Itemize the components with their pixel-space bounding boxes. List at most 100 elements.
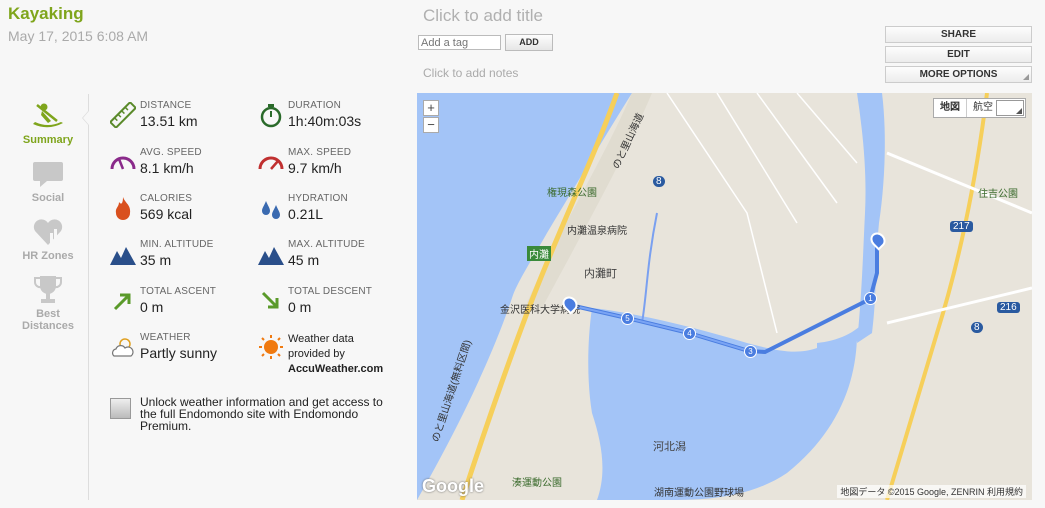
map-label-park1: 権現森公園 bbox=[547, 188, 597, 199]
max-altitude-value: 45 m bbox=[288, 252, 320, 268]
stat-hydration: HYDRATION 0.21L bbox=[258, 193, 348, 222]
map-label-park2: 湊運動公園 bbox=[512, 478, 562, 489]
drops-icon bbox=[262, 201, 280, 219]
flame-icon bbox=[115, 197, 131, 220]
premium-promo-text: Unlock weather information and get acces… bbox=[140, 395, 383, 433]
map-label-town: 内灘町 bbox=[584, 268, 617, 280]
max-altitude-label: MAX. ALTITUDE bbox=[288, 239, 365, 250]
calories-value: 569 kcal bbox=[140, 206, 193, 222]
stat-weather: WEATHER Partly sunny bbox=[110, 332, 217, 361]
map-canvas bbox=[417, 93, 1032, 500]
hydration-label: HYDRATION bbox=[288, 193, 348, 204]
duration-value: 1h:40m:03s bbox=[288, 113, 362, 129]
min-altitude-value: 35 m bbox=[140, 252, 172, 268]
stat-calories: CALORIES 569 kcal bbox=[110, 193, 192, 222]
zoom-in-button[interactable]: + bbox=[423, 100, 439, 116]
map-type-map[interactable]: 地図 bbox=[934, 99, 967, 117]
tag-input[interactable] bbox=[418, 35, 501, 50]
km-marker-1[interactable]: 1 bbox=[864, 292, 877, 305]
google-logo: Google bbox=[422, 476, 484, 496]
add-notes-field[interactable]: Click to add notes bbox=[423, 66, 518, 80]
nav-summary-label: Summary bbox=[22, 134, 74, 146]
route-shield-8b: 8 bbox=[971, 322, 983, 333]
arrow-up-right-icon bbox=[113, 293, 131, 311]
total-descent-label: TOTAL DESCENT bbox=[288, 286, 373, 297]
add-title-field[interactable]: Click to add title bbox=[423, 6, 543, 26]
premium-icon bbox=[110, 398, 131, 419]
route-shield-217: 217 bbox=[950, 221, 973, 232]
map-label-station: 内灘 bbox=[527, 246, 551, 261]
speedometer-icon bbox=[110, 156, 136, 170]
premium-promo[interactable]: Unlock weather information and get acces… bbox=[110, 396, 400, 432]
satellite-thumb bbox=[996, 100, 1024, 116]
share-button[interactable]: SHARE bbox=[885, 26, 1032, 43]
workout-nav: Summary Social HR Zones Best Distances bbox=[10, 98, 86, 342]
workout-date: May 17, 2015 6:08 AM bbox=[8, 28, 149, 44]
edit-button[interactable]: EDIT bbox=[885, 46, 1032, 63]
km-marker-3[interactable]: 3 bbox=[744, 345, 757, 358]
map-type-satellite[interactable]: 航空 bbox=[967, 99, 1025, 117]
nav-active-pointer bbox=[82, 110, 89, 126]
partly-sunny-icon bbox=[112, 338, 134, 357]
nav-best-label-1: Best bbox=[36, 308, 60, 320]
route-shield-216: 216 bbox=[997, 302, 1020, 313]
km-marker-5[interactable]: 5 bbox=[621, 312, 634, 325]
avg-speed-value: 8.1 km/h bbox=[140, 160, 194, 176]
calories-label: CALORIES bbox=[140, 193, 193, 204]
accuweather-link[interactable]: AccuWeather.com bbox=[288, 363, 383, 375]
total-ascent-label: TOTAL ASCENT bbox=[140, 286, 217, 297]
workout-page: Kayaking May 17, 2015 6:08 AM Click to a… bbox=[0, 0, 1045, 508]
kayak-icon bbox=[10, 98, 86, 134]
total-ascent-value: 0 m bbox=[140, 299, 164, 315]
stat-max-speed: MAX. SPEED 9.7 km/h bbox=[258, 147, 351, 176]
nav-summary[interactable]: Summary bbox=[10, 98, 86, 146]
nav-social[interactable]: Social bbox=[10, 156, 86, 204]
route-map[interactable]: + − 地図 航空 権現森公園 内灘温泉病院 内灘町 内灘 金沢医科大学病院 河… bbox=[417, 93, 1032, 500]
avg-speed-label: AVG. SPEED bbox=[140, 147, 202, 158]
mountain-icon bbox=[110, 247, 136, 265]
more-options-button[interactable]: MORE OPTIONS bbox=[885, 66, 1032, 83]
map-type-satellite-label: 航空 bbox=[973, 102, 993, 113]
max-speed-label: MAX. SPEED bbox=[288, 147, 352, 158]
duration-label: DURATION bbox=[288, 100, 342, 111]
nav-hr-zones-label: HR Zones bbox=[22, 250, 74, 262]
accuweather-sun-icon bbox=[259, 335, 283, 359]
weather-label: WEATHER bbox=[140, 332, 191, 343]
total-descent-value: 0 m bbox=[288, 299, 312, 315]
ruler-icon bbox=[110, 102, 136, 128]
stopwatch-icon bbox=[260, 104, 282, 128]
weather-value: Partly sunny bbox=[140, 345, 218, 361]
stat-total-descent: TOTAL DESCENT 0 m bbox=[258, 286, 372, 315]
nav-best-label-2: Distances bbox=[22, 320, 74, 332]
map-label-park3: 住吉公園 bbox=[978, 189, 1018, 200]
arrow-down-right-icon bbox=[261, 291, 279, 309]
stat-max-altitude: MAX. ALTITUDE 45 m bbox=[258, 239, 365, 268]
hydration-value: 0.21L bbox=[288, 206, 324, 222]
stat-avg-speed: AVG. SPEED 8.1 km/h bbox=[110, 147, 202, 176]
zoom-out-button[interactable]: − bbox=[423, 117, 439, 133]
km-marker-4[interactable]: 4 bbox=[683, 327, 696, 340]
map-label-lagoon: 河北潟 bbox=[653, 441, 686, 453]
map-label-stadium: 湖南運動公園野球場 bbox=[654, 488, 744, 499]
distance-label: DISTANCE bbox=[140, 100, 192, 111]
nav-divider bbox=[88, 94, 89, 500]
heart-chart-icon bbox=[10, 214, 86, 250]
map-copyright[interactable]: 地図データ ©2015 Google, ZENRIN 利用規約 bbox=[837, 485, 1026, 498]
min-altitude-label: MIN. ALTITUDE bbox=[140, 239, 214, 250]
trophy-icon bbox=[10, 272, 86, 308]
map-label-hospital: 内灘温泉病院 bbox=[567, 226, 627, 237]
provider-line-2: provided by bbox=[288, 348, 345, 360]
speedometer-max-icon bbox=[258, 156, 284, 170]
nav-best-distances[interactable]: Best Distances bbox=[10, 272, 86, 332]
speech-bubble-icon bbox=[10, 156, 86, 192]
nav-hr-zones[interactable]: HR Zones bbox=[10, 214, 86, 262]
stat-min-altitude: MIN. ALTITUDE 35 m bbox=[110, 239, 214, 268]
add-tag-button[interactable]: ADD bbox=[505, 34, 553, 51]
distance-value: 13.51 km bbox=[140, 113, 198, 129]
stat-weather-provider: Weather data provided by AccuWeather.com bbox=[258, 332, 383, 377]
nav-social-label: Social bbox=[31, 192, 65, 204]
mountain-icon bbox=[258, 247, 284, 265]
map-type-control[interactable]: 地図 航空 bbox=[933, 98, 1026, 118]
stat-distance: DISTANCE 13.51 km bbox=[110, 100, 198, 129]
route-shield-8a: 8 bbox=[653, 176, 665, 187]
